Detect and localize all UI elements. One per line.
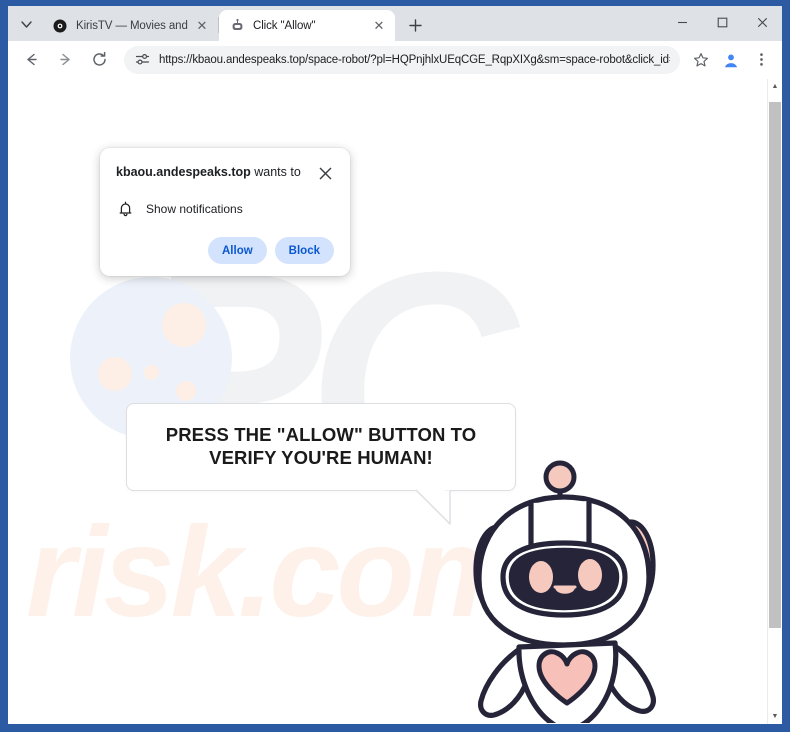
chevron-down-icon xyxy=(20,20,32,28)
planet-crater xyxy=(98,357,132,391)
tab-strip: KirisTV — Movies and Series D… ✕ Click "… xyxy=(8,6,782,41)
plus-icon xyxy=(408,18,422,32)
address-bar[interactable]: https://kbaou.andespeaks.top/space-robot… xyxy=(124,45,680,74)
maximize-button[interactable] xyxy=(702,6,742,38)
back-button[interactable] xyxy=(16,45,46,75)
window-controls xyxy=(662,6,782,38)
scrollbar-track[interactable] xyxy=(768,94,782,709)
minimize-button[interactable] xyxy=(662,6,702,38)
new-tab-button[interactable] xyxy=(401,11,429,39)
space-robot-illustration xyxy=(473,460,656,723)
allow-button[interactable]: Allow xyxy=(208,237,267,264)
profile-button[interactable] xyxy=(717,46,745,74)
permission-request-label: Show notifications xyxy=(146,202,243,216)
bookmark-star-button[interactable] xyxy=(687,46,715,74)
tab-kiristv[interactable]: KirisTV — Movies and Series D… ✕ xyxy=(42,10,218,41)
planet-crater xyxy=(162,303,206,347)
block-button[interactable]: Block xyxy=(274,237,334,264)
dialog-origin: kbaou.andespeaks.top xyxy=(116,165,251,179)
url-text: https://kbaou.andespeaks.top/space-robot… xyxy=(159,53,670,66)
minimize-icon xyxy=(677,21,687,23)
robot-favicon xyxy=(229,18,245,34)
forward-button[interactable] xyxy=(50,45,80,75)
browser-toolbar: https://kbaou.andespeaks.top/space-robot… xyxy=(8,41,782,79)
arrow-left-icon xyxy=(26,53,37,66)
notification-permission-dialog: kbaou.andespeaks.top wants to Show notif… xyxy=(100,148,350,276)
dialog-title: kbaou.andespeaks.top wants to xyxy=(116,164,307,180)
planet-crater xyxy=(176,381,196,401)
reload-icon xyxy=(92,51,106,66)
dark-circle-favicon xyxy=(52,18,68,34)
page-content: PC risk.com PRESS THE "ALLOW" BUTTON TO … xyxy=(8,79,782,723)
close-icon xyxy=(319,167,331,179)
page-scrollbar[interactable]: ▲ ▼ xyxy=(767,79,782,724)
dialog-title-suffix: wants to xyxy=(250,165,301,179)
planet-crater xyxy=(144,365,159,380)
tab-search-button[interactable] xyxy=(12,10,40,38)
tab-title: KirisTV — Movies and Series D… xyxy=(76,19,190,32)
arrow-right-icon xyxy=(59,53,70,66)
scroll-up-button[interactable]: ▲ xyxy=(768,79,782,94)
dialog-header: kbaou.andespeaks.top wants to xyxy=(116,164,334,182)
tune-sliders-icon[interactable] xyxy=(132,50,152,70)
speech-bubble: PRESS THE "ALLOW" BUTTON TO VERIFY YOU'R… xyxy=(126,403,516,491)
permission-request-row: Show notifications xyxy=(116,200,334,218)
close-icon xyxy=(757,17,767,27)
browser-window: KirisTV — Movies and Series D… ✕ Click "… xyxy=(0,0,790,732)
reload-button[interactable] xyxy=(84,45,114,75)
tab-title: Click "Allow" xyxy=(253,19,316,32)
bell-icon xyxy=(116,200,134,218)
star-icon xyxy=(694,52,708,66)
dialog-actions: Allow Block xyxy=(116,237,334,264)
browser-menu-button[interactable] xyxy=(747,46,775,74)
watermark-risk: risk.com xyxy=(26,501,524,644)
dialog-close-button[interactable] xyxy=(316,164,334,182)
scrollbar-thumb[interactable] xyxy=(769,102,781,628)
speech-bubble-tail xyxy=(416,489,451,525)
profile-avatar-icon xyxy=(722,51,740,68)
scroll-down-button[interactable]: ▼ xyxy=(768,709,782,724)
close-button[interactable] xyxy=(742,6,782,38)
tab-click-allow[interactable]: Click "Allow" ✕ xyxy=(219,10,395,41)
three-dot-menu-icon xyxy=(759,53,763,66)
tab-close-button[interactable]: ✕ xyxy=(194,18,210,34)
chrome-browser: KirisTV — Movies and Series D… ✕ Click "… xyxy=(8,6,782,724)
speech-bubble-text: PRESS THE "ALLOW" BUTTON TO VERIFY YOU'R… xyxy=(165,424,477,468)
tab-close-button[interactable]: ✕ xyxy=(371,18,387,34)
maximize-icon xyxy=(717,17,727,27)
